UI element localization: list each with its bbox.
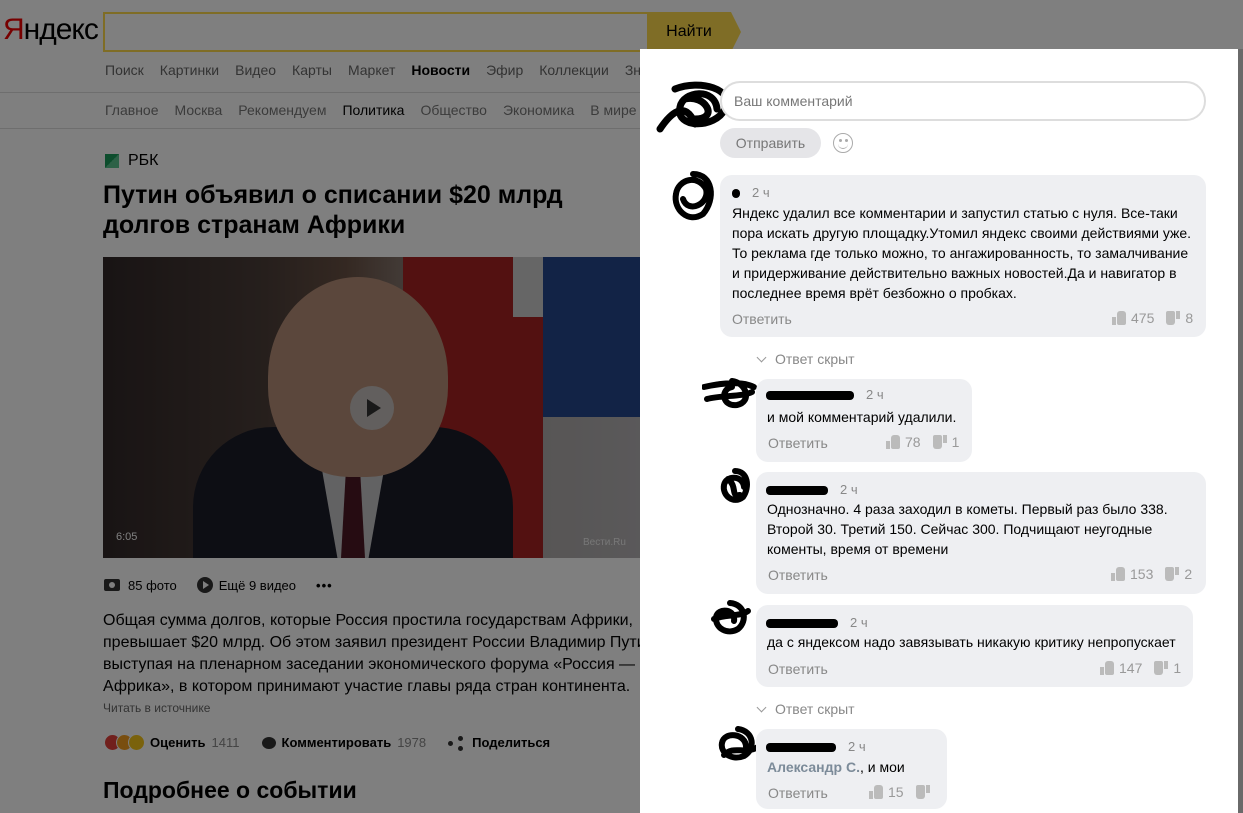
avatar-redacted bbox=[711, 600, 751, 635]
like-count: 475 bbox=[1131, 310, 1155, 326]
thumbs-down-icon[interactable] bbox=[1154, 661, 1168, 675]
comment-header: 2 ч bbox=[766, 615, 868, 630]
author-name-redacted bbox=[766, 391, 854, 401]
comment-header: 2 ч bbox=[732, 185, 770, 200]
reply-button[interactable]: Ответить bbox=[732, 311, 792, 327]
avatar-redacted bbox=[672, 171, 714, 221]
comment-votes: 15 bbox=[869, 784, 935, 800]
comment-text: и мой комментарий удалили. bbox=[767, 409, 957, 425]
chevron-down-icon bbox=[756, 702, 767, 712]
scrollbar[interactable] bbox=[1238, 49, 1243, 813]
like-count: 153 bbox=[1130, 566, 1154, 582]
comment-text: Однозначно. 4 раза заходил в кометы. Пер… bbox=[767, 501, 1168, 557]
hidden-reply-toggle[interactable]: Ответ скрыт bbox=[755, 351, 855, 367]
dislike-count: 1 bbox=[1173, 660, 1182, 676]
reply-button[interactable]: Ответить bbox=[768, 567, 828, 583]
thumbs-down-icon[interactable] bbox=[1165, 567, 1179, 581]
author-name-redacted bbox=[766, 619, 838, 629]
comment-text: Александр С., и мои bbox=[767, 757, 947, 777]
comment-votes: 78 1 bbox=[886, 434, 959, 450]
thumbs-up-icon[interactable] bbox=[1100, 661, 1114, 675]
comment-votes: 475 8 bbox=[1112, 310, 1193, 326]
comment-header: 2 ч bbox=[766, 387, 884, 402]
thumbs-up-icon[interactable] bbox=[869, 785, 883, 799]
thumbs-down-icon[interactable] bbox=[916, 785, 930, 799]
comment-text: Яндекс удалил все комментарии и запустил… bbox=[732, 205, 1192, 301]
reply-button[interactable]: Ответить bbox=[768, 661, 828, 677]
comment-card: 2 ч Яндекс удалил все комментарии и запу… bbox=[720, 175, 1206, 337]
thumbs-down-icon[interactable] bbox=[1166, 311, 1180, 325]
thumbs-up-icon[interactable] bbox=[1112, 311, 1126, 325]
comment-text-rest: , и мои bbox=[859, 759, 905, 775]
dislike-count: 8 bbox=[1185, 310, 1194, 326]
reply-button[interactable]: Ответить bbox=[768, 435, 828, 451]
author-name-redacted bbox=[732, 189, 740, 199]
comment-votes: 147 1 bbox=[1100, 660, 1181, 676]
dislike-count: 2 bbox=[1184, 566, 1193, 582]
like-count: 15 bbox=[888, 784, 904, 800]
comment-time: 2 ч bbox=[752, 185, 770, 200]
comment-card: 2 ч Однозначно. 4 раза заходил в кометы.… bbox=[756, 472, 1206, 594]
like-count: 147 bbox=[1119, 660, 1143, 676]
comment-header: 2 ч bbox=[766, 482, 858, 497]
hidden-reply-label: Ответ скрыт bbox=[775, 351, 855, 367]
hidden-reply-toggle[interactable]: Ответ скрыт bbox=[755, 701, 855, 717]
dislike-count: 1 bbox=[951, 434, 960, 450]
comment-time: 2 ч bbox=[848, 739, 866, 754]
send-button[interactable]: Отправить bbox=[720, 128, 821, 158]
author-name-redacted bbox=[766, 743, 836, 753]
comments-panel: Отправить 2 ч Яндекс удалил все коммента… bbox=[640, 49, 1238, 813]
avatar-redacted bbox=[702, 378, 757, 409]
comment-card: 2 ч и мой комментарий удалили. Ответить … bbox=[756, 379, 972, 462]
comment-time: 2 ч bbox=[850, 615, 868, 630]
chevron-down-icon bbox=[756, 352, 767, 362]
comment-header: 2 ч bbox=[766, 739, 866, 754]
avatar-redacted bbox=[720, 468, 750, 503]
thumbs-up-icon[interactable] bbox=[886, 435, 900, 449]
hidden-reply-label: Ответ скрыт bbox=[775, 701, 855, 717]
author-name-redacted bbox=[766, 486, 828, 496]
comment-votes: 153 2 bbox=[1111, 566, 1192, 582]
comment-card: 2 ч Александр С., и мои Ответить 15 bbox=[756, 729, 947, 809]
comment-time: 2 ч bbox=[840, 482, 858, 497]
comment-text: да с яндексом надо завязывать никакую кр… bbox=[767, 634, 1176, 650]
reply-button[interactable]: Ответить bbox=[768, 785, 828, 801]
comment-time: 2 ч bbox=[866, 387, 884, 402]
comment-input[interactable] bbox=[720, 81, 1206, 121]
thumbs-up-icon[interactable] bbox=[1111, 567, 1125, 581]
mention-link[interactable]: Александр С. bbox=[767, 759, 860, 775]
like-count: 78 bbox=[905, 434, 921, 450]
comment-card: 2 ч да с яндексом надо завязывать никаку… bbox=[756, 605, 1193, 687]
emoji-smile-icon[interactable] bbox=[833, 133, 853, 153]
thumbs-down-icon[interactable] bbox=[933, 435, 947, 449]
